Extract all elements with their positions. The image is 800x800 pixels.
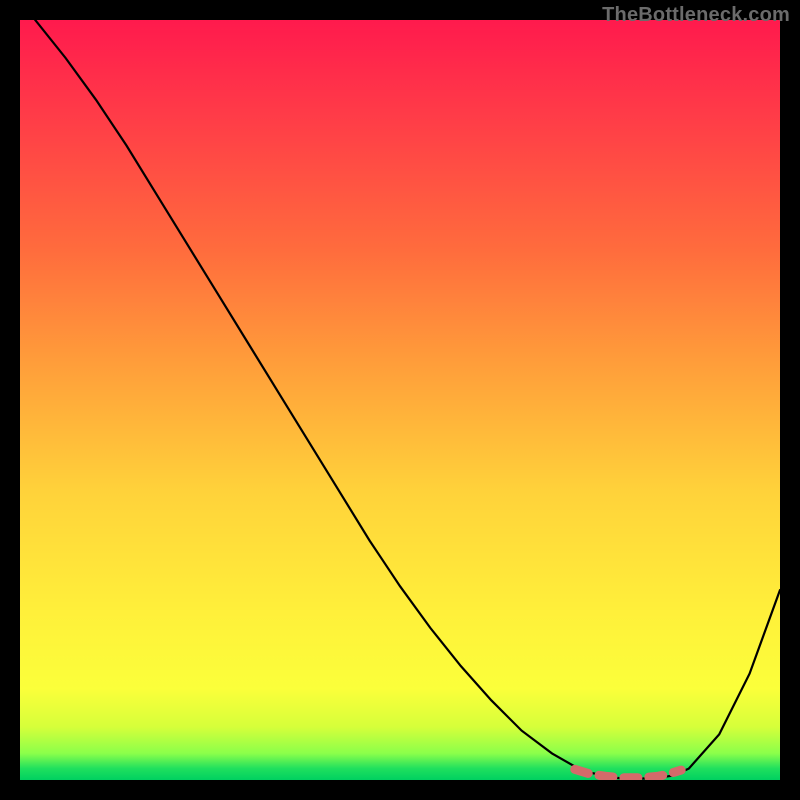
chart-svg <box>20 20 780 780</box>
chart-container: TheBottleneck.com <box>0 0 800 800</box>
watermark-text: TheBottleneck.com <box>602 4 790 27</box>
plot-area <box>20 20 780 780</box>
main-curve <box>35 20 780 778</box>
valley-highlight <box>575 769 681 777</box>
